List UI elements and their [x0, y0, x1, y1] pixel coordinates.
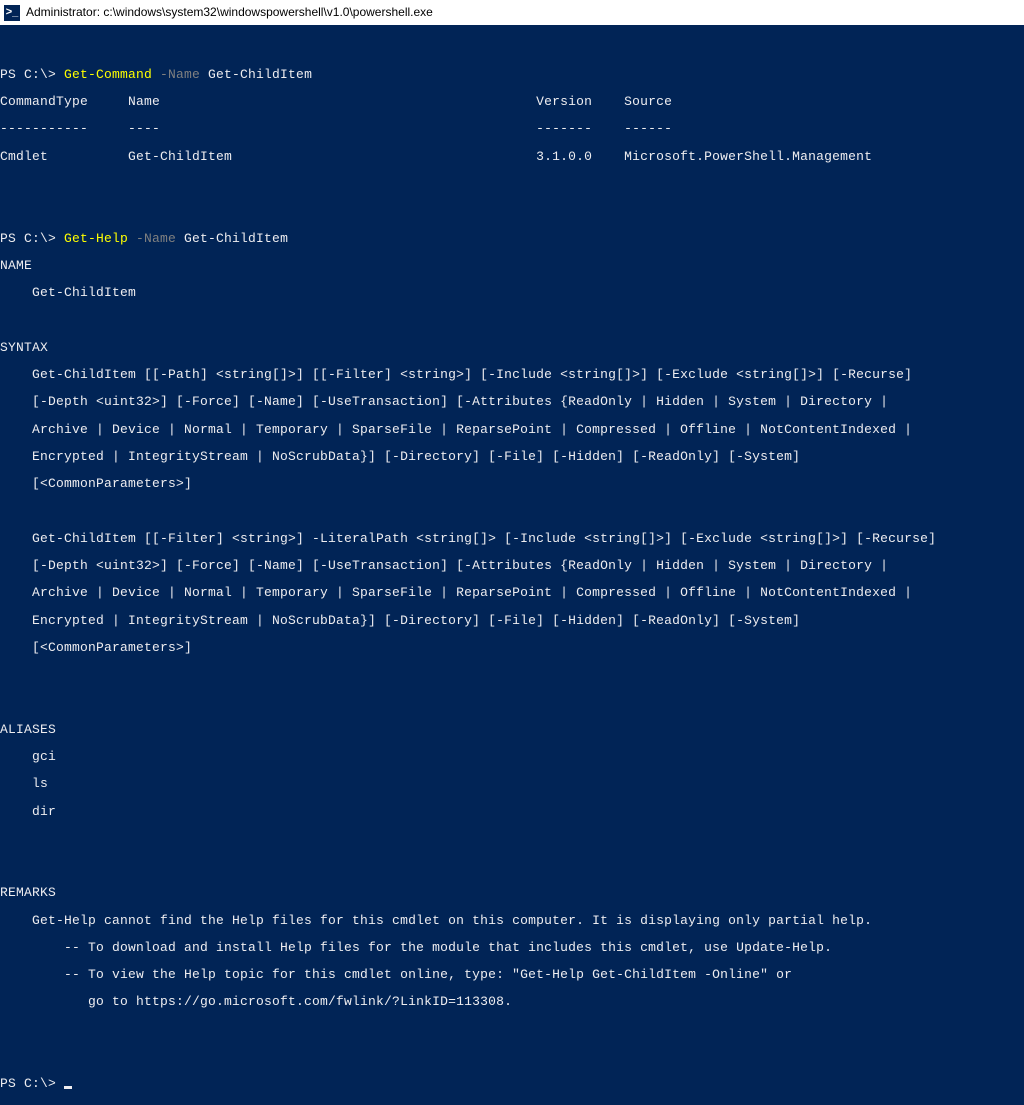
help-remarks-line: go to https://go.microsoft.com/fwlink/?L…	[0, 995, 1024, 1009]
help-alias: dir	[0, 805, 1024, 819]
help-syntax-line: Get-ChildItem [[-Filter] <string>] -Lite…	[0, 532, 1024, 546]
cmdlet-arg: Get-ChildItem	[176, 231, 288, 246]
param-flag: -Name	[128, 231, 176, 246]
prompt: PS C:\>	[0, 67, 64, 82]
cmdlet-name: Get-Command	[64, 67, 152, 82]
help-alias: ls	[0, 777, 1024, 791]
help-name-value: Get-ChildItem	[0, 286, 1024, 300]
prompt: PS C:\>	[0, 231, 64, 246]
param-flag: -Name	[152, 67, 200, 82]
table-divider: ----------- ---- ------- ------	[0, 122, 1024, 136]
help-name-header: NAME	[0, 259, 1024, 273]
help-syntax-line: [-Depth <uint32>] [-Force] [-Name] [-Use…	[0, 559, 1024, 573]
help-syntax-header: SYNTAX	[0, 341, 1024, 355]
help-remarks-line: -- To download and install Help files fo…	[0, 941, 1024, 955]
help-remarks-header: REMARKS	[0, 886, 1024, 900]
cursor	[64, 1086, 72, 1089]
window-titlebar: >_ Administrator: c:\windows\system32\wi…	[0, 0, 1024, 25]
blank-line	[0, 504, 1024, 518]
help-syntax-line: Archive | Device | Normal | Temporary | …	[0, 423, 1024, 437]
blank-line	[0, 832, 1024, 846]
blank-line	[0, 668, 1024, 682]
table-header: CommandType Name Version Source	[0, 95, 1024, 109]
blank-line	[0, 859, 1024, 873]
help-alias: gci	[0, 750, 1024, 764]
blank-line	[0, 695, 1024, 709]
terminal-area[interactable]: PS C:\> Get-Command -Name Get-ChildItem …	[0, 25, 1024, 1105]
cmdlet-arg: Get-ChildItem	[200, 67, 312, 82]
prompt: PS C:\>	[0, 1076, 64, 1091]
table-row: Cmdlet Get-ChildItem 3.1.0.0 Microsoft.P…	[0, 150, 1024, 164]
command-line-1: PS C:\> Get-Command -Name Get-ChildItem	[0, 68, 1024, 82]
window-title: Administrator: c:\windows\system32\windo…	[26, 6, 433, 19]
blank-line	[0, 177, 1024, 191]
blank-line	[0, 1023, 1024, 1037]
blank-line	[0, 313, 1024, 327]
help-syntax-line: Encrypted | IntegrityStream | NoScrubDat…	[0, 450, 1024, 464]
blank-line	[0, 204, 1024, 218]
command-line-3[interactable]: PS C:\>	[0, 1077, 1024, 1091]
help-syntax-line: [<CommonParameters>]	[0, 641, 1024, 655]
help-syntax-line: [-Depth <uint32>] [-Force] [-Name] [-Use…	[0, 395, 1024, 409]
help-syntax-line: Encrypted | IntegrityStream | NoScrubDat…	[0, 614, 1024, 628]
help-aliases-header: ALIASES	[0, 723, 1024, 737]
blank-line	[0, 41, 1024, 55]
help-syntax-line: Get-ChildItem [[-Path] <string[]>] [[-Fi…	[0, 368, 1024, 382]
command-line-2: PS C:\> Get-Help -Name Get-ChildItem	[0, 232, 1024, 246]
cmdlet-name: Get-Help	[64, 231, 128, 246]
help-remarks-line: Get-Help cannot find the Help files for …	[0, 914, 1024, 928]
help-remarks-line: -- To view the Help topic for this cmdle…	[0, 968, 1024, 982]
help-syntax-line: [<CommonParameters>]	[0, 477, 1024, 491]
blank-line	[0, 1050, 1024, 1064]
powershell-icon: >_	[4, 5, 20, 21]
help-syntax-line: Archive | Device | Normal | Temporary | …	[0, 586, 1024, 600]
